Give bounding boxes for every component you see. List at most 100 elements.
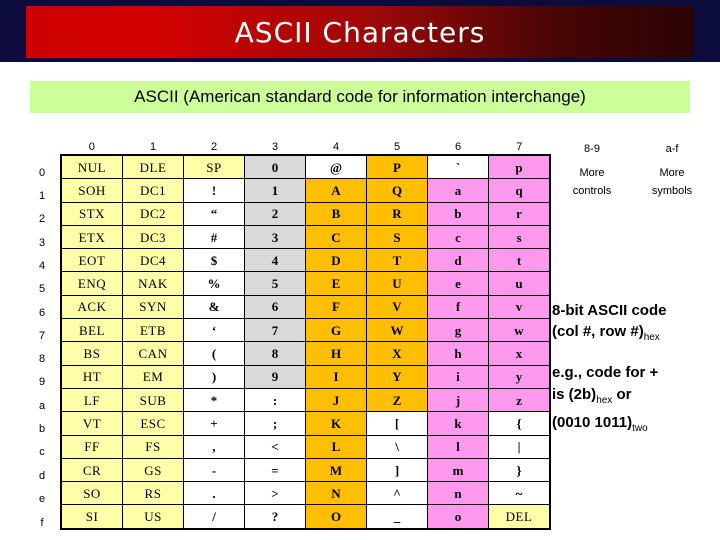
ascii-cell-label: $	[210, 252, 218, 268]
ascii-cell-41: A	[305, 178, 367, 203]
ascii-cell-label: A	[331, 182, 341, 198]
ascii-cell-label: E	[331, 276, 341, 292]
ascii-cell-3a: :	[244, 387, 306, 413]
ascii-cell-label: FF	[84, 439, 100, 455]
ascii-cell-5d: ]	[366, 457, 428, 483]
ascii-cell-56: V	[366, 294, 428, 320]
ascii-cell-0e: SO	[60, 481, 123, 506]
ascii-cell-label: g	[454, 322, 462, 338]
ascii-cell-2b: +	[183, 411, 245, 436]
ascii-cell-label: 2	[271, 206, 279, 222]
ascii-cell-label: 5	[271, 276, 279, 292]
ascii-cell-27: ‘	[183, 318, 245, 343]
ascii-cell-6c: l	[427, 434, 489, 459]
ascii-cell-37: 7	[244, 318, 306, 343]
table-row: 8 BS CAN (8 H Xh x	[24, 341, 551, 366]
table-row: 1 SOH DC1! 1 A Qa q	[24, 178, 551, 203]
example-line3-main: (0010 1011)	[552, 414, 633, 431]
ascii-cell-4d: M	[305, 457, 367, 483]
ascii-cell-5f: _	[366, 504, 428, 530]
title-banner: ASCII Characters	[26, 6, 694, 58]
ascii-cell-label: ~	[515, 485, 523, 501]
ascii-cell-51: Q	[366, 178, 428, 203]
ascii-cell-label: @	[329, 159, 343, 175]
ascii-cell-32: 2	[244, 201, 306, 226]
ascii-cell-31: 1	[244, 178, 306, 203]
example-line2-main: is (2b)	[552, 386, 597, 403]
ascii-cell-28: (	[183, 341, 245, 366]
ascii-cell-label: _	[393, 509, 401, 525]
row-header-9: 9	[38, 376, 46, 389]
ascii-cell-label: 9	[271, 369, 279, 385]
ascii-cell-label: US	[144, 509, 162, 525]
ascii-cell-22: “	[183, 201, 245, 226]
ascii-cell-60: `	[427, 154, 489, 180]
ascii-cell-label: 4	[271, 252, 279, 268]
ascii-cell-74: t	[488, 248, 551, 273]
row-header-e: e	[38, 492, 46, 505]
ascii-cell-label: 8	[271, 346, 279, 362]
ascii-cell-label: j	[455, 392, 461, 408]
ascii-cell-44: D	[305, 248, 367, 273]
ascii-cell-label: LF	[83, 392, 101, 408]
ascii-cell-5b: [	[366, 411, 428, 436]
ascii-cell-label: b	[454, 206, 462, 222]
ascii-cell-0b: VT	[60, 411, 123, 436]
ascii-cell-72: r	[488, 201, 551, 226]
ascii-cell-label: ESC	[140, 415, 166, 431]
ascii-cell-47: G	[305, 318, 367, 343]
ascii-cell-1a: SUB	[122, 387, 184, 413]
ascii-cell-1f: US	[122, 504, 184, 530]
ascii-cell-63: c	[427, 224, 489, 250]
ascii-cell-label: {	[516, 415, 522, 431]
ascii-cell-3c: <	[244, 434, 306, 459]
legend-line1-1: More	[659, 167, 685, 179]
example-line3: (0010 1011)two	[552, 412, 718, 440]
ascii-cell-label: ?	[271, 509, 279, 525]
ascii-cell-7b: {	[488, 411, 551, 436]
ascii-cell-3d: =	[244, 457, 306, 483]
ascii-cell-label: ^	[393, 485, 401, 501]
legend-range-1: a-f	[665, 143, 679, 155]
ascii-cell-3e: >	[244, 481, 306, 506]
ascii-cell-label: L	[331, 439, 341, 455]
ascii-cell-label: ACK	[77, 299, 107, 315]
slide: ASCII Characters ASCII (American standar…	[0, 0, 720, 540]
ascii-cell-label: Y	[392, 369, 402, 385]
row-header-1: 1	[38, 190, 46, 203]
ascii-cell-55: U	[366, 271, 428, 296]
ascii-cell-label: %	[207, 276, 221, 292]
table-row: d CR GS - = M] m}	[24, 457, 551, 483]
ascii-cell-19: EM	[122, 364, 184, 389]
ascii-cell-label: STX	[78, 206, 106, 222]
ascii-cell-07: BEL	[60, 318, 123, 343]
ascii-cell-label: [	[394, 415, 400, 431]
ascii-cell-77: w	[488, 318, 551, 343]
table-row: 5 ENQ NAK% 5 E Ue u	[24, 271, 551, 296]
ascii-cell-01: SOH	[60, 178, 123, 203]
ascii-cell-36: 6	[244, 294, 306, 320]
ascii-cell-6f: o	[427, 504, 489, 530]
ascii-cell-label: SP	[206, 159, 222, 175]
ascii-cell-label: DC2	[139, 206, 167, 222]
ascii-cell-4a: J	[305, 387, 367, 413]
ascii-cell-08: BS	[60, 341, 123, 366]
ascii-cell-label: C	[331, 229, 341, 245]
column-header-3: 3	[271, 141, 279, 153]
ascii-cell-label: 0	[271, 159, 279, 175]
ascii-cell-label: }	[516, 462, 522, 478]
ascii-cell-30: 0	[244, 154, 306, 180]
column-header-6: 6	[454, 141, 462, 153]
ascii-cell-45: E	[305, 271, 367, 296]
ascii-cell-label: X	[392, 346, 402, 362]
ascii-cell-label: H	[330, 346, 342, 362]
ascii-cell-label: NUL	[77, 159, 107, 175]
ascii-cell-label: U	[392, 276, 402, 292]
row-header-5: 5	[38, 283, 46, 296]
table-row: f SI US /? O _ o DEL	[24, 504, 551, 530]
code-format-line1: 8-bit ASCII code	[552, 302, 667, 319]
ascii-cell-label: S	[393, 229, 401, 245]
ascii-cell-68: h	[427, 341, 489, 366]
ascii-cell-label: EM	[142, 369, 164, 385]
ascii-cell-label: 7	[271, 322, 279, 338]
